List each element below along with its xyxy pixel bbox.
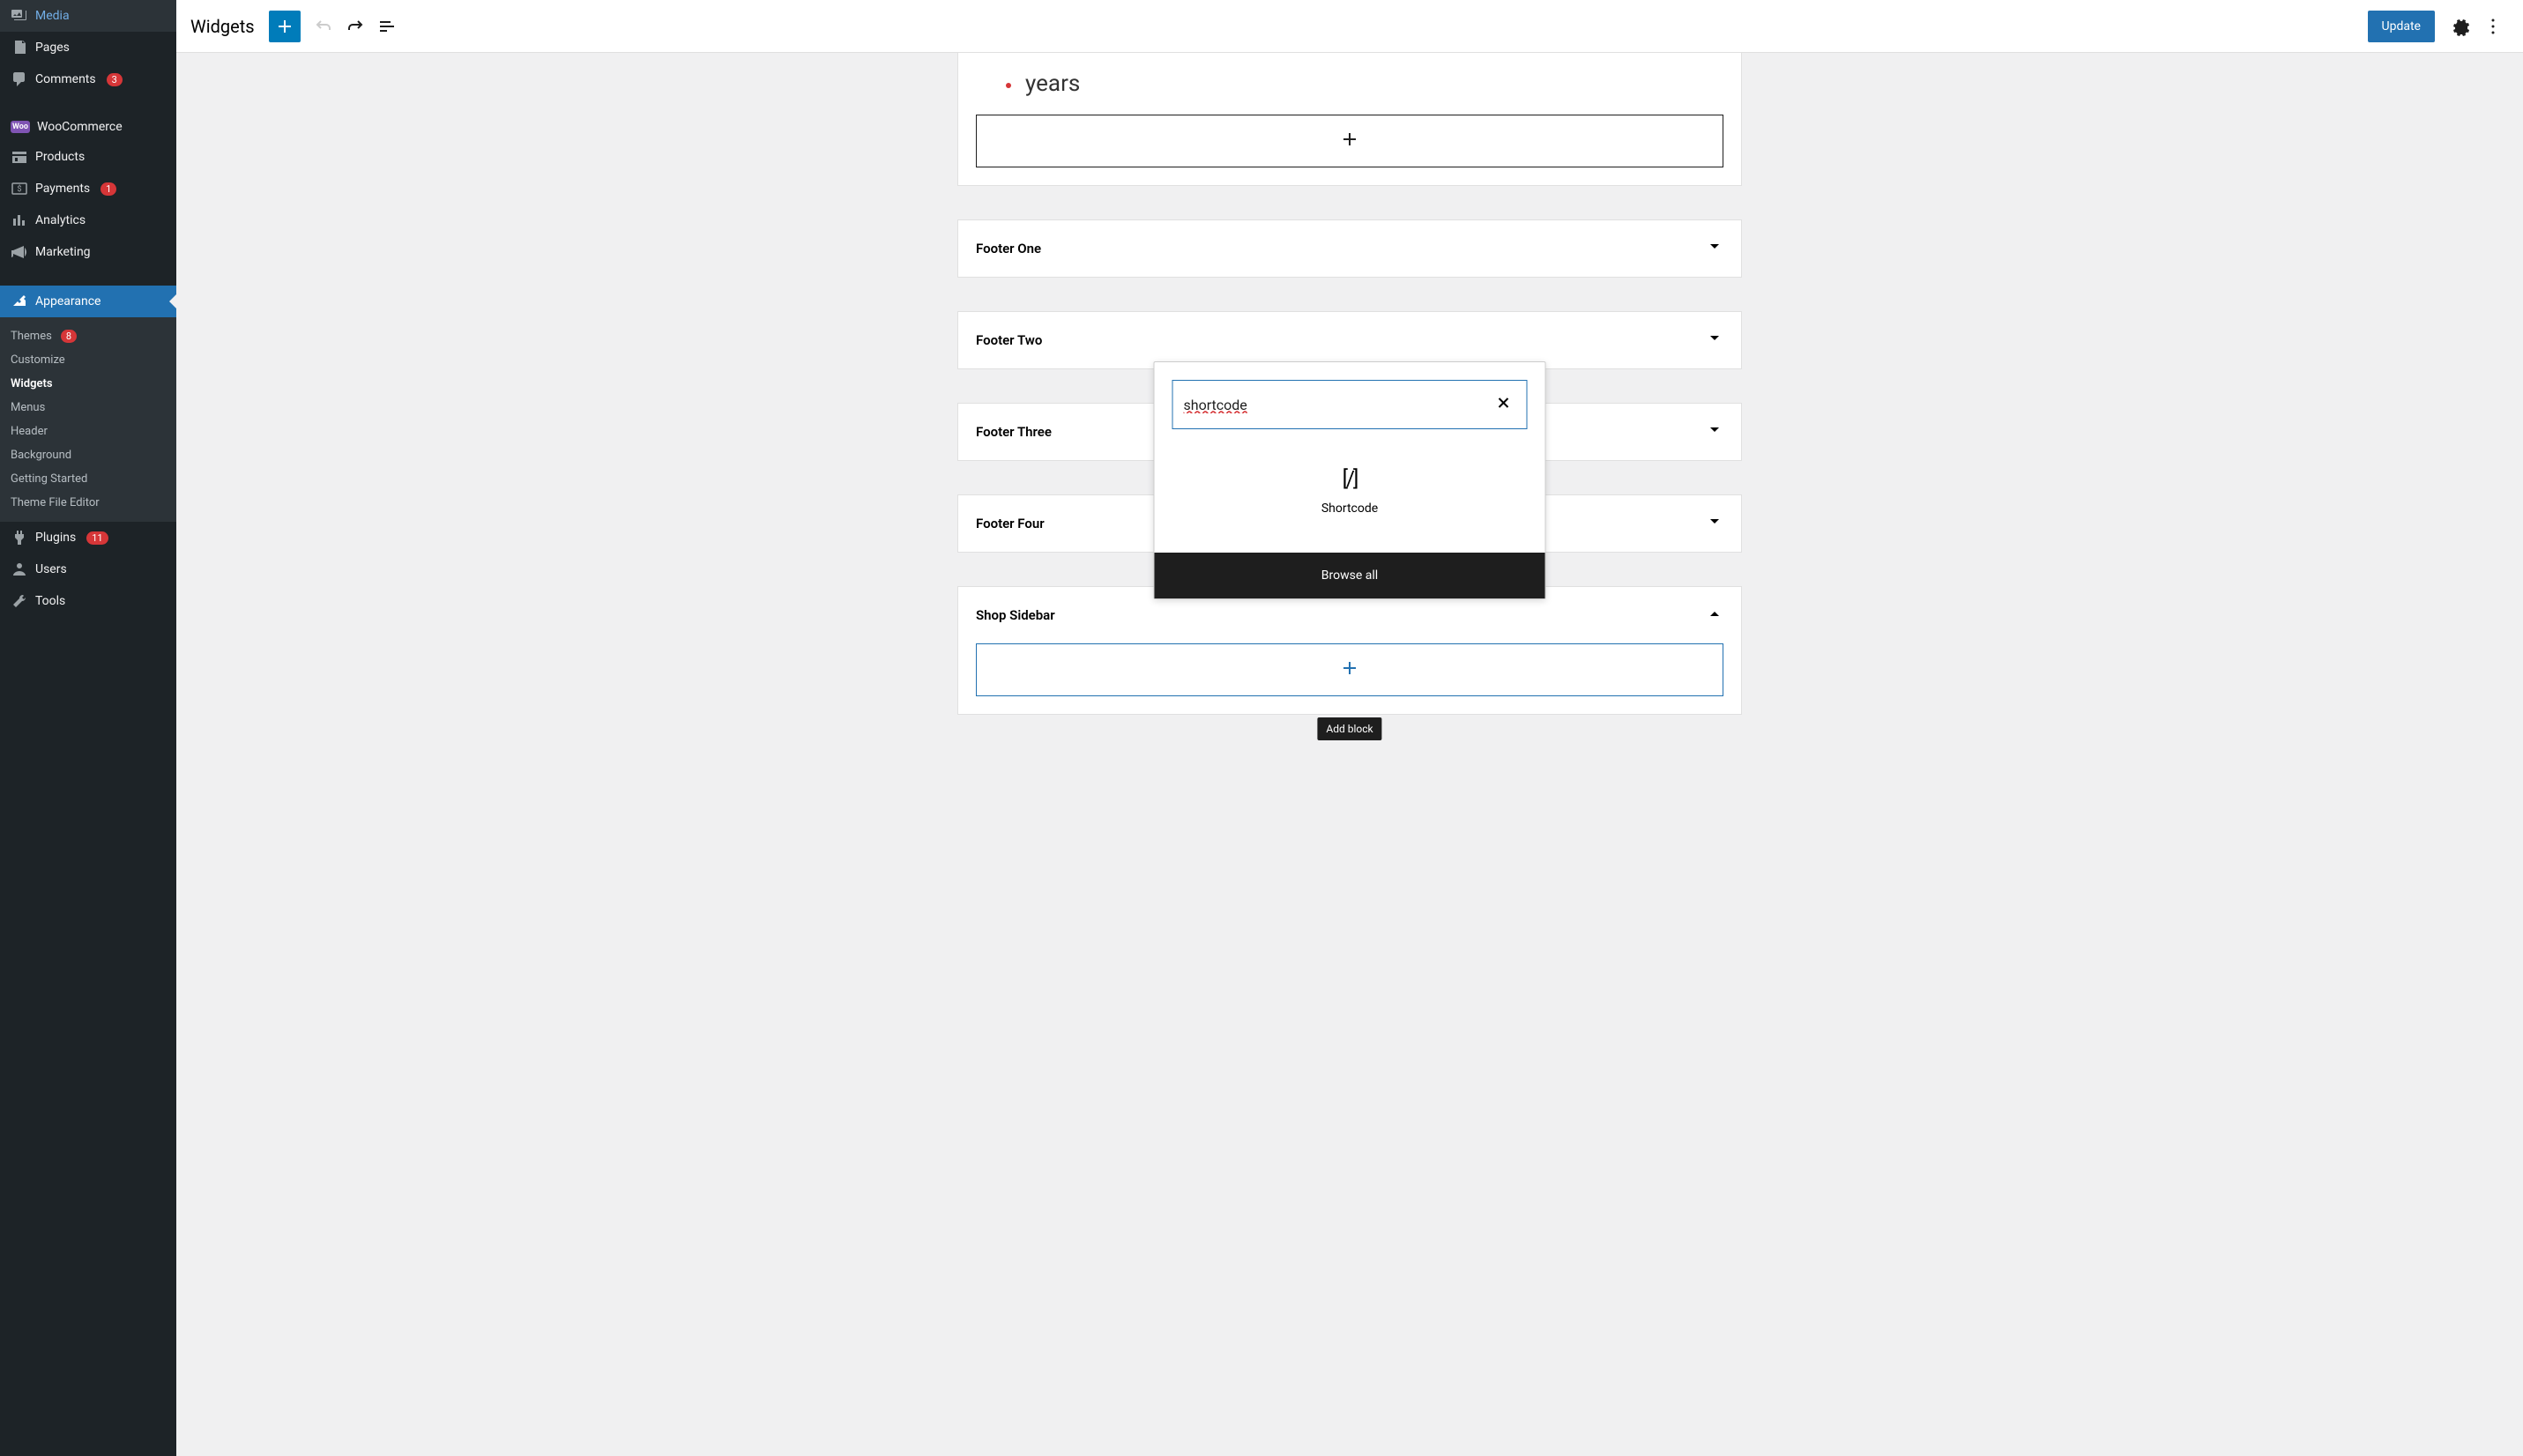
sidebar-item-plugins[interactable]: Plugins 11 (0, 522, 176, 553)
pages-icon (11, 39, 28, 56)
sidebar-item-users[interactable]: Users (0, 553, 176, 585)
sidebar-item-label: Products (35, 150, 85, 164)
sidebar-item-label: Users (35, 562, 67, 576)
clear-search-button[interactable] (1492, 390, 1516, 419)
panel-title: Shop Sidebar (976, 607, 1055, 623)
appearance-submenu: Themes 8 Customize Widgets Menus Header … (0, 317, 176, 522)
redo-button[interactable] (339, 11, 371, 42)
payments-icon: $ (11, 180, 28, 197)
sidebar-item-analytics[interactable]: Analytics (0, 204, 176, 236)
panel-title: Footer Two (976, 332, 1042, 348)
panel-title: Footer Four (976, 516, 1045, 531)
settings-button[interactable] (2445, 11, 2477, 42)
sidebar-item-comments[interactable]: Comments 3 (0, 63, 176, 95)
plus-icon (1339, 129, 1360, 153)
chevron-up-icon (1706, 605, 1723, 626)
sidebar-item-media[interactable]: Media (0, 0, 176, 32)
themes-badge: 8 (61, 330, 77, 343)
comments-icon (11, 71, 28, 88)
search-results: [/] Shortcode (1155, 447, 1545, 553)
undo-button[interactable] (308, 11, 339, 42)
update-button[interactable]: Update (2368, 11, 2435, 42)
submenu-item-background[interactable]: Background (0, 443, 176, 467)
plus-icon (1339, 657, 1360, 682)
sidebar-item-label: Marketing (35, 245, 91, 259)
sidebar-item-pages[interactable]: Pages (0, 32, 176, 63)
submenu-item-header[interactable]: Header (0, 420, 176, 443)
search-input-container (1172, 380, 1528, 429)
add-block-button[interactable] (976, 115, 1723, 167)
tools-icon (11, 592, 28, 610)
sidebar-item-label: Tools (35, 594, 65, 608)
add-block-tooltip: Add block (1317, 717, 1381, 740)
sidebar-item-label: Payments (35, 182, 90, 196)
block-result-shortcode[interactable]: [/] Shortcode (1297, 456, 1403, 526)
main-content: Widgets Update years (176, 0, 2523, 1456)
block-inserter-popover: [/] Shortcode Browse all (1154, 361, 1546, 599)
sidebar-item-label: Pages (35, 41, 70, 55)
sidebar-item-woocommerce[interactable]: Woo WooCommerce (0, 113, 176, 141)
sidebar-item-label: Plugins (35, 531, 76, 545)
sidebar-item-marketing[interactable]: Marketing (0, 236, 176, 268)
svg-text:$: $ (17, 184, 21, 194)
widget-panel-shop-sidebar: Shop Sidebar Add block (957, 586, 1742, 715)
page-title: Widgets (190, 16, 255, 37)
text-fragment: years (976, 71, 1723, 97)
sidebar-item-label: Appearance (35, 294, 100, 308)
add-block-toggle-button[interactable] (269, 11, 301, 42)
chevron-down-icon (1706, 238, 1723, 259)
media-icon (11, 7, 28, 25)
shortcode-icon: [/] (1307, 466, 1392, 491)
chevron-down-icon (1706, 421, 1723, 442)
appearance-icon (11, 293, 28, 310)
sidebar-item-label: Media (35, 9, 70, 23)
panel-title: Footer Three (976, 424, 1052, 440)
users-icon (11, 561, 28, 578)
submenu-item-getting-started[interactable]: Getting Started (0, 467, 176, 491)
plugins-badge: 11 (86, 531, 108, 545)
panel-title: Footer One (976, 241, 1041, 256)
block-search-input[interactable] (1184, 397, 1492, 413)
submenu-item-customize[interactable]: Customize (0, 348, 176, 372)
submenu-item-themes[interactable]: Themes 8 (0, 324, 176, 348)
editor-topbar: Widgets Update (176, 0, 2523, 53)
add-block-button-active[interactable] (976, 643, 1723, 696)
chevron-down-icon (1706, 513, 1723, 534)
browse-all-button[interactable]: Browse all (1155, 553, 1545, 598)
bullet-icon (1006, 83, 1011, 88)
admin-sidebar: Media Pages Comments 3 Woo WooCommerce P… (0, 0, 176, 1456)
payments-badge: 1 (100, 182, 116, 196)
sidebar-item-payments[interactable]: $ Payments 1 (0, 173, 176, 204)
close-icon (1495, 402, 1513, 415)
widget-panel-footer-one[interactable]: Footer One (957, 219, 1742, 278)
widget-panel-expanded: years (957, 53, 1742, 186)
submenu-item-theme-file-editor[interactable]: Theme File Editor (0, 491, 176, 515)
options-button[interactable] (2477, 11, 2509, 42)
widget-editor-content: years Footer One Footer Two (176, 53, 2523, 1456)
plugins-icon (11, 529, 28, 546)
chevron-down-icon (1706, 330, 1723, 351)
submenu-item-widgets[interactable]: Widgets (0, 372, 176, 396)
sidebar-item-tools[interactable]: Tools (0, 585, 176, 617)
block-result-label: Shortcode (1307, 501, 1392, 516)
marketing-icon (11, 243, 28, 261)
submenu-item-menus[interactable]: Menus (0, 396, 176, 420)
sidebar-item-products[interactable]: Products (0, 141, 176, 173)
sidebar-item-appearance[interactable]: Appearance (0, 286, 176, 317)
sidebar-item-label: Comments (35, 72, 96, 86)
sidebar-item-label: WooCommerce (37, 120, 123, 134)
list-view-button[interactable] (371, 11, 403, 42)
sidebar-item-label: Analytics (35, 213, 86, 227)
analytics-icon (11, 212, 28, 229)
products-icon (11, 148, 28, 166)
comments-badge: 3 (107, 73, 123, 86)
woo-icon: Woo (11, 121, 30, 133)
